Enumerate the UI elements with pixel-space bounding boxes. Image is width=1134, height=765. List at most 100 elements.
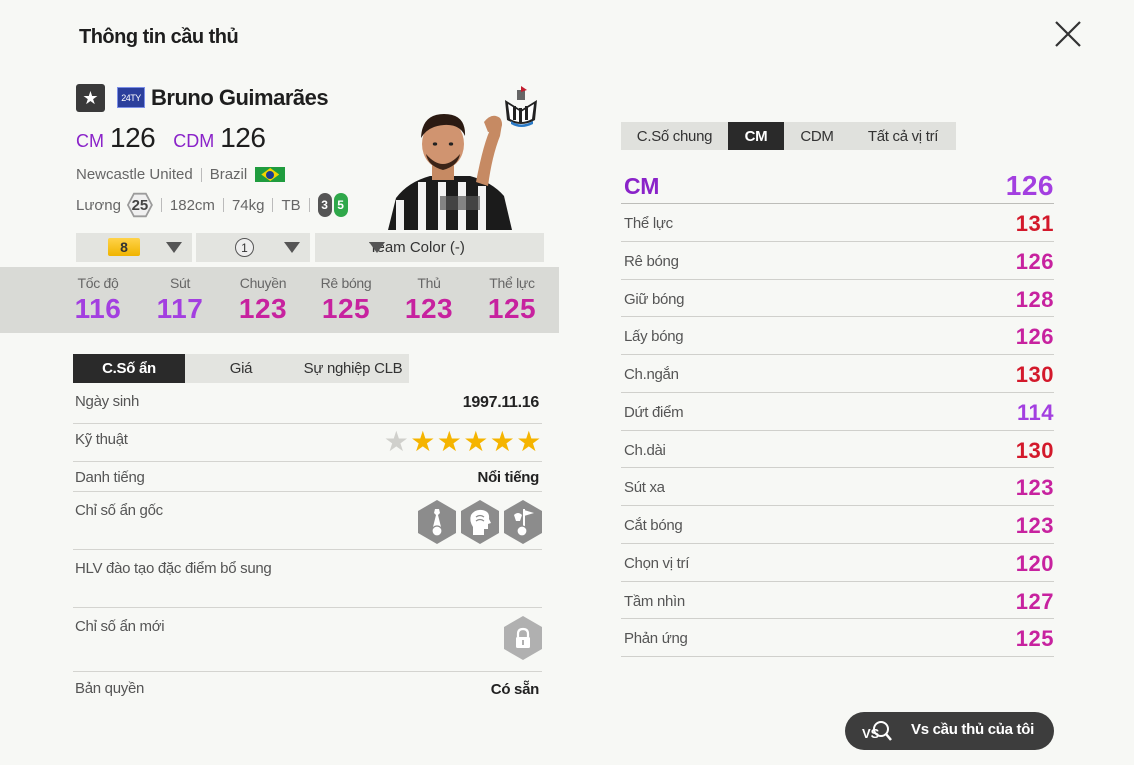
flag-trait-icon[interactable] bbox=[504, 500, 542, 544]
chevron-down-icon bbox=[369, 242, 385, 253]
height-value: 182cm bbox=[169, 196, 215, 214]
salary-badge: 25 bbox=[126, 192, 153, 218]
detail-stat-label: Rê bóng bbox=[624, 252, 679, 270]
detail-stat-value: 131 bbox=[1015, 211, 1054, 236]
tie-trait-icon[interactable] bbox=[418, 500, 456, 544]
salary-line: Lương 25 182cm 74kg TB 3 5 bbox=[76, 192, 350, 218]
new-traits-row: Chỉ số ẩn mới bbox=[73, 608, 542, 672]
star-empty-icon: ★ bbox=[383, 426, 409, 457]
detail-stat-row: Giữ bóng 128 bbox=[621, 280, 1054, 318]
chemistry-badge: 1 bbox=[235, 238, 254, 257]
detail-stat-value: 125 bbox=[1015, 626, 1054, 652]
detail-stat-row: Dứt điểm 114 bbox=[621, 393, 1054, 431]
stat-physical: Thể lực 125 bbox=[487, 275, 537, 324]
detail-stat-label: Phản ứng bbox=[624, 630, 688, 648]
lock-icon[interactable] bbox=[504, 616, 542, 660]
position-rating: 126 bbox=[220, 122, 266, 153]
license-value: Có sẵn bbox=[490, 681, 540, 698]
detail-stat-label: Sút xa bbox=[624, 479, 665, 497]
star-icon: ★ bbox=[410, 426, 436, 457]
detail-stat-row: Sút xa 123 bbox=[621, 468, 1054, 506]
salary-label: Lương bbox=[76, 196, 121, 214]
detail-stat-label: Thể lực bbox=[624, 215, 673, 232]
player-name: Bruno Guimarães bbox=[151, 85, 329, 110]
detail-stat-label: Ch.ngắn bbox=[624, 366, 679, 383]
detail-stat-row: Ch.ngắn 130 bbox=[621, 355, 1054, 393]
tab-cm[interactable]: CM bbox=[728, 122, 784, 150]
stat-shooting: Sút 117 bbox=[156, 275, 204, 324]
detail-stat-label: Ch.dài bbox=[624, 441, 666, 459]
detail-stat-label: Cắt bóng bbox=[624, 517, 683, 534]
chevron-down-icon bbox=[284, 242, 300, 253]
team-chemistry-dropdown[interactable]: 1 bbox=[196, 233, 310, 262]
detail-stat-label: Dứt điểm bbox=[624, 403, 684, 421]
detail-stat-label: Chọn vị trí bbox=[624, 554, 690, 572]
detail-stat-value: 126 bbox=[1015, 324, 1054, 350]
weight-value: 74kg bbox=[231, 196, 265, 214]
position-label: CDM bbox=[173, 131, 215, 151]
detail-stat-label: Lấy bóng bbox=[624, 328, 684, 346]
reputation-row: Danh tiếng Nổi tiếng bbox=[73, 462, 542, 492]
detail-stat-value: 120 bbox=[1015, 550, 1054, 576]
left-foot-badge: 3 bbox=[317, 193, 332, 217]
page-title: Thông tin cầu thủ bbox=[79, 26, 239, 48]
star-icon: ★ bbox=[516, 426, 542, 457]
compare-my-player-button[interactable]: VS Vs cầu thủ của tôi bbox=[845, 712, 1054, 750]
tab-price[interactable]: Giá bbox=[185, 354, 297, 383]
stat-defending: Thủ 123 bbox=[404, 275, 454, 324]
detail-stat-value: 130 bbox=[1015, 437, 1054, 463]
star-icon: ★ bbox=[489, 426, 515, 457]
detail-stat-value: 126 bbox=[1015, 248, 1054, 274]
level-dropdown[interactable]: 8 bbox=[76, 233, 192, 262]
license-row: Bản quyền Có sẵn bbox=[73, 672, 542, 708]
detail-stat-value: 114 bbox=[1017, 399, 1054, 425]
player-portrait bbox=[388, 100, 512, 230]
compare-label: Vs cầu thủ của tôi bbox=[911, 721, 1034, 738]
stat-passing: Chuyền 123 bbox=[238, 275, 288, 324]
skill-stars: ★ ★ ★ ★ ★ ★ bbox=[383, 428, 542, 456]
head-trait-icon[interactable] bbox=[461, 500, 499, 544]
body-type-value: TB bbox=[281, 196, 301, 214]
position-ratings: CM 126 CDM 126 bbox=[76, 122, 283, 154]
favorite-star-icon[interactable]: ★ bbox=[76, 84, 105, 112]
reputation-label: Danh tiếng bbox=[75, 469, 145, 486]
detail-stat-row: Tầm nhìn 127 bbox=[621, 582, 1054, 620]
license-label: Bản quyền bbox=[75, 680, 145, 697]
birth-value: 1997.11.16 bbox=[462, 394, 540, 411]
stat-pace: Tốc độ 116 bbox=[74, 275, 122, 324]
season-badge: 24TY bbox=[117, 87, 145, 108]
detail-stat-row: Ch.dài 130 bbox=[621, 431, 1054, 469]
summary-stats: Tốc độ 116 Sút 117 Chuyền 123 Rê bóng 12… bbox=[0, 267, 559, 333]
traits-label: Chỉ số ẩn gốc bbox=[75, 502, 163, 519]
birth-row: Ngày sinh 1997.11.16 bbox=[73, 391, 542, 424]
nation-name: Brazil bbox=[209, 166, 248, 183]
coach-label: HLV đào tạo đặc điểm bổ sung bbox=[75, 560, 272, 577]
tab-cdm[interactable]: CDM bbox=[784, 122, 850, 150]
reputation-value: Nổi tiếng bbox=[477, 469, 540, 486]
detail-stat-row: Rê bóng 126 bbox=[621, 242, 1054, 280]
coach-row: HLV đào tạo đặc điểm bổ sung bbox=[73, 550, 542, 608]
detail-stat-row: Phản ứng 125 bbox=[621, 619, 1054, 657]
stat-dribbling: Rê bóng 125 bbox=[320, 275, 372, 324]
detail-stat-value: 123 bbox=[1015, 513, 1054, 538]
vs-icon: VS bbox=[861, 718, 893, 749]
hidden-tabs: C.Số ẩn Giá Sự nghiệp CLB bbox=[73, 354, 409, 383]
close-icon[interactable] bbox=[1052, 18, 1084, 50]
tab-club-career[interactable]: Sự nghiệp CLB bbox=[297, 354, 409, 383]
position-rating: 126 bbox=[110, 122, 156, 153]
detail-stat-label: Giữ bóng bbox=[624, 290, 685, 308]
tab-hidden-stats[interactable]: C.Số ẩn bbox=[73, 354, 185, 383]
new-traits-label: Chỉ số ẩn mới bbox=[75, 618, 165, 635]
brazil-flag-icon bbox=[255, 167, 286, 182]
team-color-dropdown[interactable]: Team Color (-) bbox=[315, 233, 544, 262]
trait-icons bbox=[413, 500, 542, 544]
tab-all-positions[interactable]: Tất cả vị trí bbox=[850, 122, 956, 150]
skill-row: Kỹ thuật ★ ★ ★ ★ ★ ★ bbox=[73, 424, 542, 462]
position-tabs: C.Số chung CM CDM Tất cả vị trí bbox=[621, 122, 956, 150]
detail-stat-row: Thể lực 131 bbox=[621, 204, 1054, 242]
detail-stat-row: Cắt bóng 123 bbox=[621, 506, 1054, 544]
club-nation-line: Newcastle United Brazil bbox=[76, 166, 286, 183]
birth-label: Ngày sinh bbox=[75, 393, 140, 410]
chevron-down-icon bbox=[166, 242, 182, 253]
tab-general-stats[interactable]: C.Số chung bbox=[621, 122, 728, 150]
